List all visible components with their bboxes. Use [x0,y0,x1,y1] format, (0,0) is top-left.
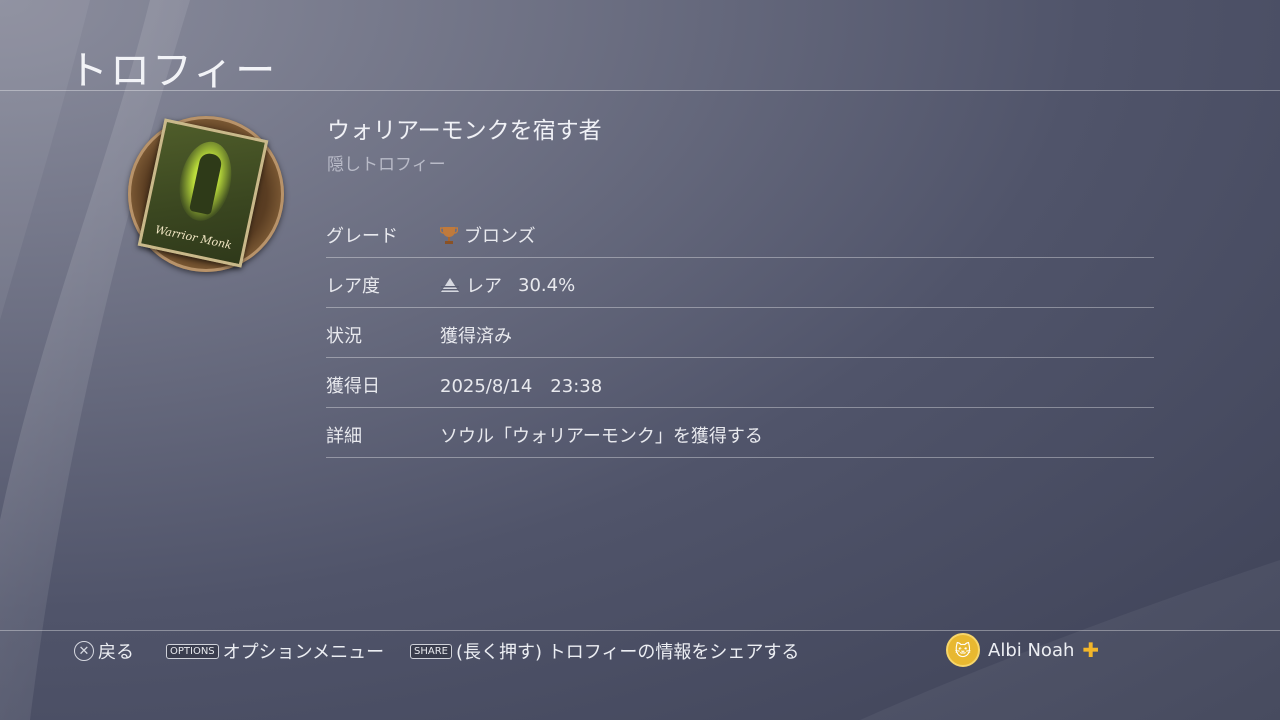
detail-value: レア [466,276,502,297]
footer-divider [0,630,1280,631]
trophy-name: ウォリアーモンクを宿す者 [327,118,602,144]
back-button[interactable]: ✕ 戻る [74,638,134,664]
detail-label: レア度 [326,276,380,297]
share-button[interactable]: SHARE (長く押す) トロフィーの情報をシェアする [410,638,799,664]
ps-plus-icon: ✚ [1082,638,1100,662]
user-profile[interactable]: 🐱 Albi Noah ✚ [946,633,1099,667]
trophy-subtitle: 隠しトロフィー [327,155,446,175]
detail-value: 獲得済み [440,326,512,347]
options-menu-button[interactable]: OPTIONS オプションメニュー [166,638,384,664]
detail-value-wrap: レア 30.4% [440,272,575,298]
detail-row-grade: グレード ブロンズ [326,208,1154,258]
detail-value: ブロンズ [464,226,536,247]
bronze-trophy-icon [440,227,458,244]
page-title: トロフィー [68,48,278,94]
detail-label: 獲得日 [326,376,380,397]
detail-value-wrap: ブロンズ [440,222,536,248]
detail-value: 2025/8/14 23:38 [440,376,603,397]
options-key-icon: OPTIONS [166,643,219,659]
trophy-details: グレード ブロンズ レア度 レア 30.4% 状況 獲得済み 獲得日 2025/… [326,208,1154,458]
share-key-icon: SHARE [410,643,452,659]
avatar: 🐱 [946,633,980,667]
detail-label: 状況 [326,326,362,347]
footer-bar: ✕ 戻る OPTIONS オプションメニュー SHARE (長く押す) トロフィ… [0,633,1280,667]
user-name: Albi Noah [988,639,1075,661]
rarity-pyramid-icon [441,278,459,292]
share-label: (長く押す) トロフィーの情報をシェアする [455,642,800,663]
cross-button-icon: ✕ [74,641,94,661]
detail-row-description: 詳細 ソウル「ウォリアーモンク」を獲得する [326,408,1154,458]
detail-label: グレード [326,226,398,247]
header-divider [0,90,1280,91]
detail-row-rarity: レア度 レア 30.4% [326,258,1154,308]
detail-row-status: 状況 獲得済み [326,308,1154,358]
detail-row-date: 獲得日 2025/8/14 23:38 [326,358,1154,408]
options-label: オプションメニュー [222,642,385,663]
card-label: Warrior Monk [154,223,234,252]
detail-value: ソウル「ウォリアーモンク」を獲得する [440,426,763,447]
detail-label: 詳細 [326,426,362,447]
back-label: 戻る [98,642,134,663]
rarity-percent: 30.4% [518,274,576,296]
